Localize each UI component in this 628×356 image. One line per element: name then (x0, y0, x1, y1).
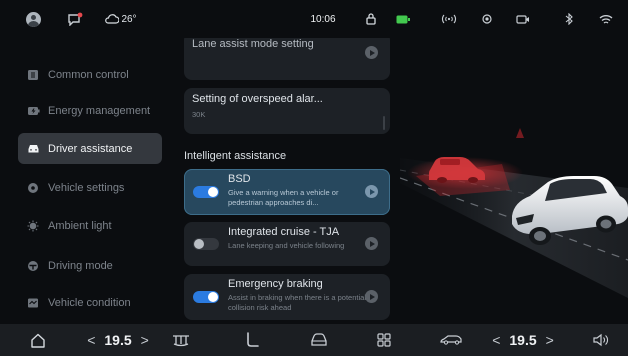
grid-icon (26, 68, 40, 82)
sidebar-item-vehicle-condition[interactable]: Vehicle condition (18, 287, 162, 318)
sidebar-item-label: Common control (48, 68, 129, 81)
cloud-icon (105, 14, 120, 24)
home-icon[interactable] (28, 324, 48, 356)
bsd-card[interactable]: BSD Give a warning when a vehicle or ped… (184, 169, 390, 215)
seat-icon[interactable] (243, 324, 261, 356)
right-temp-decrease-button[interactable]: < (492, 332, 500, 348)
steering-icon (26, 259, 40, 273)
lane-assist-mode-card[interactable]: Lane assist mode setting (184, 38, 390, 80)
signal-icon (441, 0, 457, 38)
bluetooth-icon (561, 0, 577, 38)
sidebar-item-ambient-light[interactable]: Ambient light (18, 210, 162, 241)
sidebar-item-label: Vehicle condition (48, 296, 131, 309)
sidebar-item-driving-mode[interactable]: Driving mode (18, 250, 162, 281)
sidebar-item-label: Driving mode (48, 259, 113, 272)
car-front-icon[interactable] (309, 324, 329, 356)
lock-icon (363, 0, 379, 38)
status-bar: 26° 10:06 (0, 0, 628, 38)
overspeed-title: Setting of overspeed alar... (192, 93, 323, 105)
volume-icon[interactable] (592, 324, 610, 356)
left-temp-decrease-button[interactable]: < (87, 332, 95, 348)
monitor-icon (26, 296, 40, 310)
vehicle-scene (399, 38, 628, 324)
weather-temperature: 26° (121, 13, 137, 25)
sidebar-item-label: Ambient light (48, 219, 112, 232)
overspeed-alarm-card[interactable]: Setting of overspeed alar... 30K (184, 88, 390, 134)
feature-description: Give a warning when a vehicle or pedestr… (228, 188, 339, 207)
battery-icon (395, 0, 411, 38)
tja-toggle[interactable] (193, 238, 219, 250)
feature-title: Emergency braking (228, 278, 323, 290)
feature-description: Lane keeping and vehicle following (228, 241, 345, 250)
message-icon[interactable] (66, 0, 84, 38)
settings-panel: Lane assist mode setting Setting of over… (178, 38, 396, 324)
right-temperature-control: < 19.5 > (483, 324, 563, 356)
scrollbar[interactable] (383, 116, 385, 130)
sidebar: Common control Energy management Driver … (0, 38, 170, 324)
bottom-dock: < 19.5 > < 19.5 > (0, 324, 628, 356)
integrated-cruise-card[interactable]: Integrated cruise - TJA Lane keeping and… (184, 222, 390, 266)
lane-assist-title: Lane assist mode setting (192, 38, 314, 50)
left-temperature-control: < 19.5 > (78, 324, 158, 356)
chevron-right-icon[interactable] (365, 185, 378, 198)
feature-description: Assist in braking when there is a potent… (228, 293, 366, 312)
section-title: Intelligent assistance (184, 150, 287, 162)
apps-icon[interactable] (375, 324, 393, 356)
chevron-right-icon[interactable] (365, 46, 378, 59)
chevron-right-icon[interactable] (365, 290, 378, 303)
emergency-braking-toggle[interactable] (193, 291, 219, 303)
feature-title: BSD (228, 173, 251, 185)
right-temp-increase-button[interactable]: > (546, 332, 554, 348)
left-temp-increase-button[interactable]: > (141, 332, 149, 348)
sidebar-item-common-control[interactable]: Common control (18, 59, 162, 90)
gear-icon (26, 181, 40, 195)
wifi-icon (598, 0, 614, 38)
sidebar-item-energy-management[interactable]: Energy management (18, 95, 162, 126)
bulb-icon (26, 219, 40, 233)
sidebar-item-label: Driver assistance (48, 142, 133, 155)
fan-icon[interactable] (172, 324, 190, 356)
car-side-icon[interactable] (439, 324, 463, 356)
bsd-toggle[interactable] (193, 186, 219, 198)
emergency-braking-card[interactable]: Emergency braking Assist in braking when… (184, 274, 390, 320)
right-temperature-value: 19.5 (509, 332, 537, 348)
avatar[interactable] (24, 0, 42, 38)
warning-triangle (516, 128, 524, 138)
overspeed-value: 30K (192, 110, 206, 119)
avatar-icon (25, 11, 41, 27)
battery-charge-icon (26, 104, 40, 118)
sidebar-item-vehicle-settings[interactable]: Vehicle settings (18, 172, 162, 203)
chevron-right-icon[interactable] (365, 237, 378, 250)
car-icon (26, 142, 40, 156)
feature-title: Integrated cruise - TJA (228, 226, 340, 238)
location-icon (479, 0, 495, 38)
sidebar-item-label: Energy management (48, 104, 151, 117)
sidebar-item-driver-assistance[interactable]: Driver assistance (18, 133, 162, 164)
sidebar-item-label: Vehicle settings (48, 181, 125, 194)
left-temperature-value: 19.5 (104, 332, 132, 348)
camera-icon (515, 0, 531, 38)
weather: 26° (101, 0, 141, 38)
clock: 10:06 (310, 13, 336, 25)
